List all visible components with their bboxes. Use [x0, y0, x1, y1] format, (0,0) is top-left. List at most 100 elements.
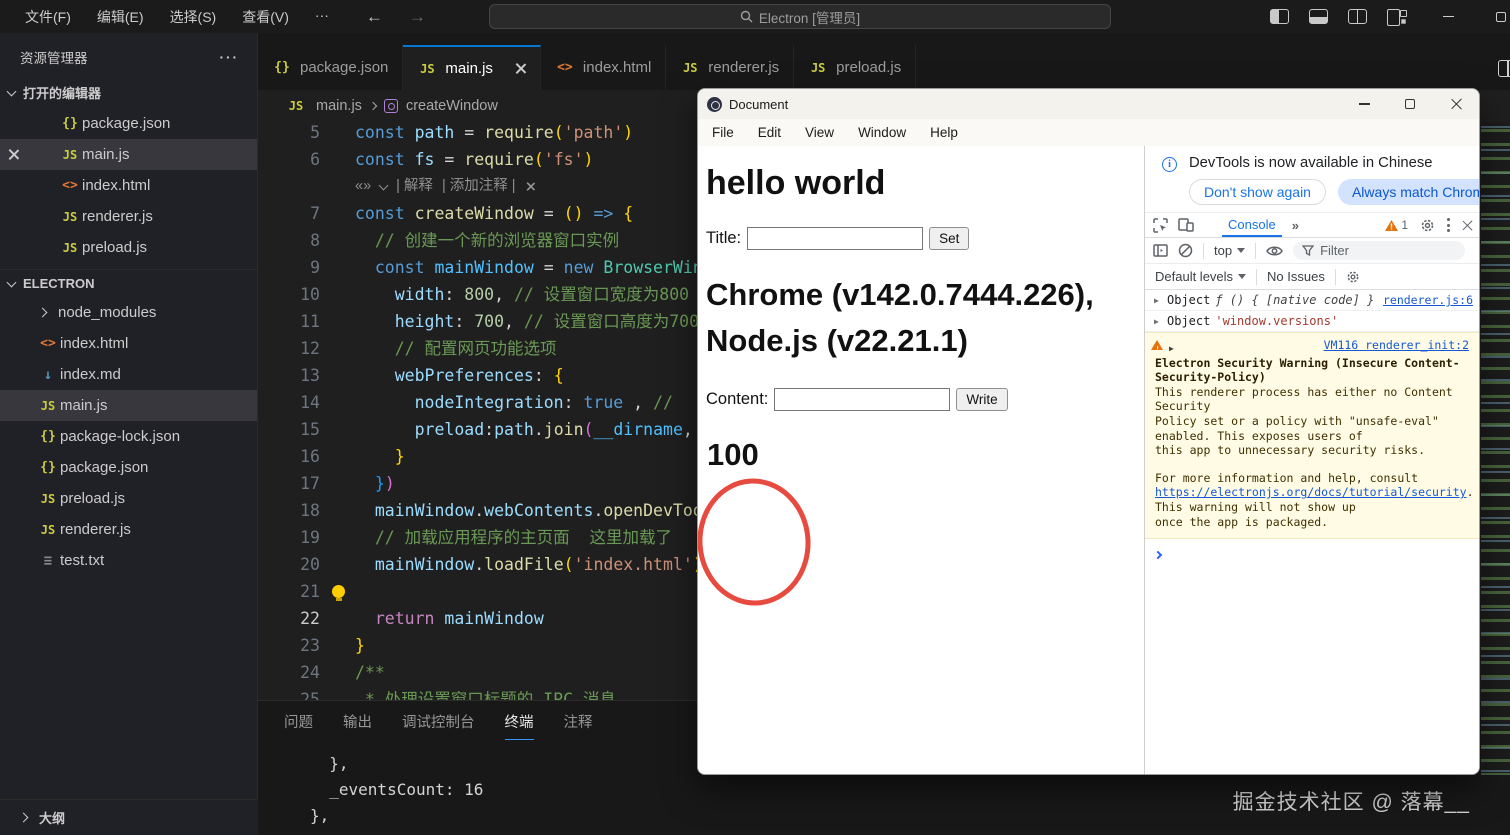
always-match-button[interactable]: Always match Chrome's l — [1337, 179, 1479, 205]
app-close-button[interactable] — [1433, 89, 1479, 119]
toggle-sidebar-icon[interactable] — [1270, 9, 1289, 24]
kebab-menu-icon[interactable] — [1447, 218, 1450, 232]
menu-item[interactable]: 文件(F) — [14, 4, 82, 30]
issues-gear-icon[interactable] — [1346, 270, 1360, 284]
app-menu-file[interactable]: File — [712, 125, 734, 140]
outline-section[interactable]: 大纲 — [0, 799, 258, 835]
js-file-icon: JS — [62, 209, 78, 224]
forward-arrow-icon[interactable]: → — [409, 7, 426, 27]
device-toolbar-icon[interactable] — [1178, 218, 1194, 232]
app-menu-help[interactable]: Help — [930, 125, 958, 140]
open-editor-item[interactable]: JS main.js — [0, 139, 257, 170]
console-log-row[interactable]: ▶ Object 'window.versions' — [1145, 311, 1479, 332]
file-label: main.js — [60, 397, 108, 414]
live-expression-eye-icon[interactable] — [1266, 245, 1283, 257]
inspect-icon[interactable] — [1153, 217, 1168, 233]
toggle-panel-icon[interactable] — [1309, 9, 1328, 24]
tab-close-icon[interactable] — [515, 63, 526, 74]
close-slot[interactable] — [0, 149, 26, 160]
panel-tab-终端[interactable]: 终端 — [504, 711, 534, 740]
devtools-close-icon[interactable] — [1462, 220, 1473, 231]
file-label: node_modules — [58, 304, 157, 321]
dismiss-icon[interactable] — [526, 182, 535, 191]
tree-item[interactable]: node_modules — [0, 297, 257, 328]
expand-caret-icon[interactable]: ▶ — [1169, 342, 1174, 357]
app-menu-view[interactable]: View — [805, 125, 834, 140]
js-file-icon: JS — [683, 60, 698, 75]
open-editor-item[interactable]: {} package.json — [0, 108, 257, 139]
menu-item[interactable]: 查看(V) — [231, 4, 300, 30]
tab-index.html[interactable]: <> index.html — [540, 45, 667, 90]
panel-tab-注释[interactable]: 注释 — [564, 711, 593, 740]
tab-main.js[interactable]: JS main.js — [403, 45, 541, 90]
close-icon[interactable] — [8, 149, 19, 160]
warning-source-link[interactable]: VM116 renderer_init:2 — [1155, 338, 1469, 353]
app-maximize-button[interactable] — [1387, 89, 1433, 119]
panel-tab-输出[interactable]: 输出 — [343, 711, 372, 740]
app-menu-window[interactable]: Window — [858, 125, 906, 140]
back-arrow-icon[interactable]: ← — [366, 7, 383, 27]
open-editors-header[interactable]: 打开的编辑器 — [0, 77, 257, 108]
lightbulb-icon[interactable] — [332, 585, 345, 601]
tree-item[interactable]: <> index.html — [0, 328, 257, 359]
write-button[interactable]: Write — [956, 388, 1008, 411]
tab-package.json[interactable]: {} package.json — [258, 45, 404, 90]
tree-item[interactable]: ↓ index.md — [0, 359, 257, 390]
explain-action[interactable]: | 解释 — [396, 173, 433, 200]
window-minimize-button[interactable] — [1443, 15, 1454, 18]
warning-count[interactable]: 1 — [1385, 218, 1408, 232]
tree-item[interactable]: {} package.json — [0, 452, 257, 483]
console-sidebar-icon[interactable] — [1153, 244, 1168, 257]
panel-tab-问题[interactable]: 问题 — [284, 711, 313, 740]
open-editor-item[interactable]: JS renderer.js — [0, 201, 257, 232]
app-minimize-button[interactable] — [1341, 89, 1387, 119]
add-comment-action[interactable]: | 添加注释 | — [442, 173, 516, 200]
tab-renderer.js[interactable]: JS renderer.js — [666, 45, 795, 90]
command-center-search[interactable]: Electron [管理员] — [489, 4, 1111, 29]
settings-gear-icon[interactable] — [1420, 218, 1435, 233]
content-input[interactable] — [774, 388, 951, 411]
explorer-more-icon[interactable]: ··· — [220, 50, 240, 65]
tab-console[interactable]: Console — [1222, 213, 1282, 237]
source-link[interactable]: renderer.js:6 — [1383, 293, 1473, 307]
tree-item[interactable]: JS renderer.js — [0, 514, 257, 545]
menu-item[interactable]: 选择(S) — [159, 4, 228, 30]
title-input[interactable] — [747, 227, 924, 250]
menu-item[interactable]: ··· — [304, 4, 340, 30]
code-text: nodeIntegration: true , // — [414, 393, 673, 412]
context-selector[interactable]: top — [1214, 243, 1246, 258]
panel-tab-调试控制台[interactable]: 调试控制台 — [402, 711, 475, 740]
clear-console-icon[interactable] — [1178, 243, 1193, 258]
tree-root-header[interactable]: ELECTRON — [0, 270, 257, 297]
toggle-secondary-sidebar-icon[interactable] — [1348, 9, 1367, 24]
expand-caret-icon[interactable]: ▶ — [1154, 317, 1159, 326]
customize-layout-icon[interactable] — [1387, 9, 1409, 26]
console-prompt[interactable] — [1145, 539, 1479, 561]
terminal-output[interactable]: }, _eventsCount: 16}, — [310, 751, 483, 829]
app-menu-edit[interactable]: Edit — [758, 125, 781, 140]
open-editor-item[interactable]: <> index.html — [0, 170, 257, 201]
app-titlebar[interactable]: Document — [698, 89, 1479, 119]
console-log-row[interactable]: ▶ Object ƒ () { [native code] } renderer.js… — [1145, 290, 1479, 311]
more-tabs-icon[interactable]: » — [1292, 218, 1299, 233]
window-maximize-button[interactable] — [1496, 11, 1506, 22]
background-editor-strip — [1481, 115, 1510, 775]
issues-status[interactable]: No Issues — [1267, 269, 1325, 284]
set-button[interactable]: Set — [929, 227, 970, 250]
tree-item[interactable]: JS preload.js — [0, 483, 257, 514]
security-doc-link[interactable]: https://electronjs.org/docs/tutorial/sec… — [1155, 485, 1467, 499]
tab-preload.js[interactable]: JS preload.js — [794, 45, 917, 90]
tree-item[interactable]: {} package-lock.json — [0, 421, 257, 452]
tree-item[interactable]: ≡ test.txt — [0, 545, 257, 576]
dont-show-again-button[interactable]: Don't show again — [1189, 179, 1326, 205]
code-text: // 加载应用程序的主页面 这里加载了 — [374, 528, 673, 547]
log-levels-dropdown[interactable]: Default levels — [1155, 269, 1247, 284]
console-filter-input[interactable]: Filter — [1293, 241, 1465, 260]
open-editor-item[interactable]: JS preload.js — [0, 232, 257, 263]
menu-item[interactable]: 编辑(E) — [86, 4, 155, 30]
tree-item[interactable]: JS main.js — [0, 390, 257, 421]
expand-caret-icon[interactable]: ▶ — [1154, 296, 1159, 305]
warning-line: Security — [1155, 399, 1211, 414]
split-editor-icon[interactable] — [1498, 60, 1510, 77]
chevron-down-icon[interactable] — [378, 180, 389, 190]
